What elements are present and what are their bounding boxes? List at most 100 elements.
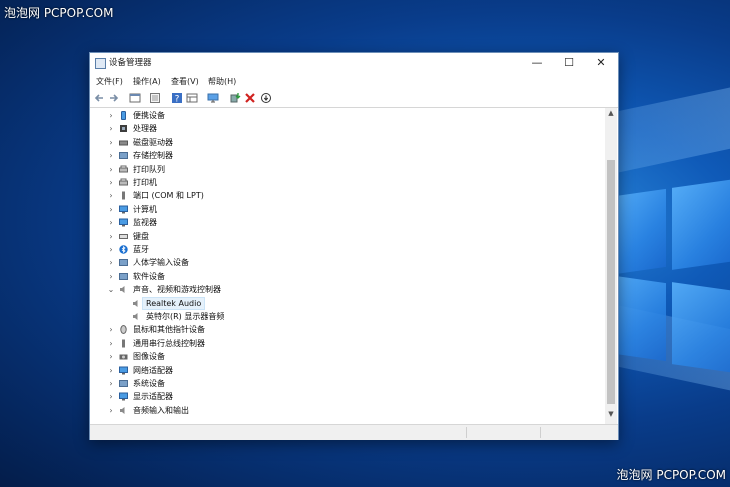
expand-chevron-icon[interactable]: › <box>107 149 115 162</box>
expand-chevron-icon[interactable]: › <box>107 270 115 283</box>
expand-chevron-icon[interactable]: › <box>107 390 115 403</box>
device-manager-icon <box>95 58 106 69</box>
tree-item-label: 便携设备 <box>133 111 165 120</box>
tree-category[interactable]: › 蓝牙 <box>90 243 600 256</box>
tree-category[interactable]: › 便携设备 <box>90 109 600 122</box>
display-adapter-icon <box>119 392 128 401</box>
tree-item-label: 人体学输入设备 <box>133 258 189 268</box>
expand-chevron-icon[interactable]: › <box>107 350 115 363</box>
tree-category[interactable]: ⌄ 声音、视频和游戏控制器 <box>90 283 600 296</box>
status-bar <box>90 424 618 440</box>
usb-icon <box>119 339 128 348</box>
expand-chevron-icon[interactable]: › <box>107 404 115 417</box>
scroll-up-arrow[interactable]: ▲ <box>605 109 617 117</box>
close-button[interactable]: ✕ <box>585 53 617 73</box>
tree-category[interactable]: › 网络适配器 <box>90 364 600 377</box>
expand-chevron-icon[interactable]: › <box>107 256 115 269</box>
menu-help[interactable]: 帮助(H) <box>208 76 236 87</box>
expand-chevron-icon[interactable]: › <box>107 364 115 377</box>
view-icon[interactable] <box>186 92 198 104</box>
tree-category[interactable]: › 人体学输入设备 <box>90 256 600 269</box>
maximize-button[interactable]: ☐ <box>553 53 585 73</box>
svg-text:?: ? <box>175 95 180 105</box>
tree-item-label: 音频输入和输出 <box>133 405 189 415</box>
speaker-icon <box>132 312 141 321</box>
window-title: 设备管理器 <box>109 58 152 68</box>
tree-child-item[interactable]: 英特尔(R) 显示器音频 <box>90 310 600 323</box>
expand-chevron-icon[interactable]: › <box>107 203 115 216</box>
tree-item-label: 系统设备 <box>133 379 165 388</box>
tree-category[interactable]: › 图像设备 <box>90 350 600 363</box>
printer-icon <box>119 178 128 187</box>
tree-category[interactable]: › 磁盘驱动器 <box>90 136 600 149</box>
title-bar[interactable]: 设备管理器 — ☐ ✕ <box>90 53 618 73</box>
tree-category[interactable]: › 处理器 <box>90 122 600 135</box>
expand-chevron-icon[interactable]: › <box>107 176 115 189</box>
port-icon <box>119 191 128 200</box>
expand-chevron-icon[interactable]: › <box>107 377 115 390</box>
tree-category[interactable]: › 端口 (COM 和 LPT) <box>90 189 600 202</box>
expand-chevron-icon[interactable]: › <box>107 323 115 336</box>
speaker-icon <box>132 299 141 308</box>
tree-category[interactable]: › 音频输入和输出 <box>90 404 600 417</box>
tree-category[interactable]: › 计算机 <box>90 203 600 216</box>
speaker-icon <box>119 285 128 294</box>
uninstall-icon[interactable] <box>244 92 256 104</box>
tree-category[interactable]: › 存储控制器 <box>90 149 600 162</box>
tree-item-label: 计算机 <box>133 204 157 214</box>
expand-chevron-icon[interactable]: › <box>107 243 115 256</box>
tree-category[interactable]: › 鼠标和其他指针设备 <box>90 323 600 336</box>
menu-view[interactable]: 查看(V) <box>171 76 199 87</box>
collapse-chevron-icon[interactable]: ⌄ <box>107 283 115 296</box>
tree-category[interactable]: › 监视器 <box>90 216 600 229</box>
tree-category[interactable]: › 软件设备 <box>90 270 600 283</box>
back-icon[interactable] <box>93 92 105 104</box>
tree-item-label: 处理器 <box>133 124 157 134</box>
tree-child-item[interactable]: Realtek Audio <box>90 296 600 310</box>
help-icon[interactable]: ? <box>171 92 183 104</box>
tree-category[interactable]: › 打印机 <box>90 176 600 189</box>
expand-chevron-icon[interactable]: › <box>107 230 115 243</box>
console-icon[interactable] <box>149 92 161 104</box>
expand-chevron-icon[interactable]: › <box>107 216 115 229</box>
expand-chevron-icon[interactable]: › <box>107 122 115 135</box>
tree-category[interactable]: › 打印队列 <box>90 163 600 176</box>
properties-icon[interactable] <box>129 92 141 104</box>
portable-device-icon <box>119 111 128 120</box>
tree-item-label: 存储控制器 <box>133 151 173 161</box>
scroll-down-arrow[interactable]: ▼ <box>605 410 617 418</box>
keyboard-icon <box>119 232 128 241</box>
expand-chevron-icon[interactable]: › <box>107 163 115 176</box>
disk-icon <box>119 138 128 147</box>
tree-item-label: 打印队列 <box>133 164 165 174</box>
tree-category[interactable]: › 系统设备 <box>90 377 600 390</box>
tree-item-label: 监视器 <box>133 218 157 228</box>
device-manager-window: 设备管理器 — ☐ ✕ 文件(F) 操作(A) 查看(V) 帮助(H) ? › 便… <box>89 52 619 440</box>
tree-category[interactable]: › 显示适配器 <box>90 390 600 403</box>
print-queue-icon <box>119 165 128 174</box>
tree-item-label: 网络适配器 <box>133 365 173 375</box>
expand-chevron-icon[interactable]: › <box>107 109 115 122</box>
processor-icon <box>119 124 128 133</box>
scroll-thumb[interactable] <box>607 160 615 404</box>
minimize-button[interactable]: — <box>521 53 553 73</box>
bluetooth-icon <box>119 245 128 254</box>
monitor-icon[interactable] <box>207 92 219 104</box>
audio-io-icon <box>119 406 128 415</box>
tree-category[interactable]: › 通用串行总线控制器 <box>90 337 600 350</box>
expand-chevron-icon[interactable]: › <box>107 136 115 149</box>
system-icon <box>119 379 128 388</box>
menu-action[interactable]: 操作(A) <box>133 76 161 87</box>
scan-icon[interactable] <box>260 92 272 104</box>
monitor-icon <box>119 218 128 227</box>
expand-chevron-icon[interactable]: › <box>107 337 115 350</box>
menu-file[interactable]: 文件(F) <box>96 76 123 87</box>
vertical-scrollbar[interactable]: ▲ ▼ <box>605 108 617 424</box>
tree-category[interactable]: › 键盘 <box>90 230 600 243</box>
forward-icon[interactable] <box>108 92 120 104</box>
update-driver-icon[interactable] <box>229 92 241 104</box>
camera-icon <box>119 352 128 361</box>
expand-chevron-icon[interactable]: › <box>107 189 115 202</box>
tree-item-label: 端口 (COM 和 LPT) <box>133 191 204 201</box>
computer-icon <box>119 205 128 214</box>
